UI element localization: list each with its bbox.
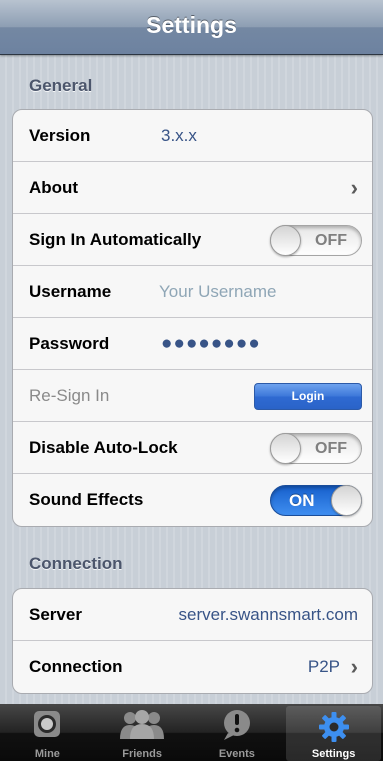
tab-settings[interactable]: Settings [286, 706, 381, 761]
toggle-state: OFF [315, 440, 347, 457]
about-label: About [29, 178, 79, 197]
connection-row[interactable]: Connection P2P › [13, 641, 372, 693]
tab-label: Friends [122, 748, 162, 760]
navigation-bar: Settings [0, 0, 383, 55]
re-sign-in-row: Re-Sign In Login [13, 370, 372, 422]
tab-friends[interactable]: Friends [95, 704, 190, 761]
username-label: Username [29, 282, 112, 301]
version-row: Version 3.x.x [13, 110, 372, 162]
disable-auto-lock-row: Disable Auto-Lock OFF [13, 422, 372, 474]
tab-bar: Mine Friends Events Settings [0, 704, 383, 761]
sound-effects-toggle[interactable]: ON [270, 485, 362, 516]
server-value: server.swannsmart.com [178, 605, 359, 624]
tab-events[interactable]: Events [190, 704, 285, 761]
connection-value: P2P [307, 657, 340, 676]
alert-icon [220, 709, 254, 746]
login-button[interactable]: Login [254, 383, 362, 410]
chevron-right-icon: › [350, 175, 358, 200]
general-settings-group: Version 3.x.x About › Sign In Automatica… [12, 109, 373, 527]
disable-auto-lock-toggle[interactable]: OFF [270, 433, 362, 464]
tab-mine[interactable]: Mine [0, 704, 95, 761]
about-row[interactable]: About › [13, 162, 372, 214]
server-row[interactable]: Server server.swannsmart.com [13, 589, 372, 641]
connection-label: Connection [29, 657, 123, 676]
sign-in-automatically-toggle[interactable]: OFF [270, 225, 362, 256]
version-label: Version [29, 126, 91, 145]
gear-icon [318, 711, 350, 748]
section-header-general: General [29, 76, 93, 95]
toggle-knob [331, 485, 362, 516]
sign-in-automatically-label: Sign In Automatically [29, 230, 202, 249]
toggle-knob [270, 225, 301, 256]
disable-auto-lock-label: Disable Auto-Lock [29, 438, 178, 457]
tab-label: Settings [311, 748, 356, 760]
friends-icon [118, 709, 166, 744]
toggle-state: ON [289, 491, 315, 510]
toggle-state: OFF [315, 232, 347, 249]
chevron-right-icon: › [350, 654, 358, 679]
toggle-knob [270, 433, 301, 464]
tab-label: Mine [34, 748, 60, 760]
password-label: Password [29, 334, 110, 353]
password-input[interactable]: ●●●●●●●● [161, 318, 261, 370]
re-sign-in-label: Re-Sign In [29, 386, 110, 405]
sound-effects-row: Sound Effects ON [13, 474, 372, 526]
connection-settings-group: Server server.swannsmart.com Connection … [12, 588, 373, 694]
password-row[interactable]: Password ●●●●●●●● [13, 318, 372, 370]
sign-in-automatically-row: Sign In Automatically OFF [13, 214, 372, 266]
page-title: Settings [146, 12, 237, 38]
sound-effects-label: Sound Effects [29, 490, 144, 509]
camera-icon [32, 709, 62, 744]
section-header-connection: Connection [29, 554, 123, 573]
server-label: Server [29, 605, 82, 624]
username-input[interactable]: Your Username [159, 266, 277, 318]
username-row[interactable]: Username Your Username [13, 266, 372, 318]
tab-label: Events [218, 748, 255, 760]
version-value: 3.x.x [161, 126, 197, 145]
